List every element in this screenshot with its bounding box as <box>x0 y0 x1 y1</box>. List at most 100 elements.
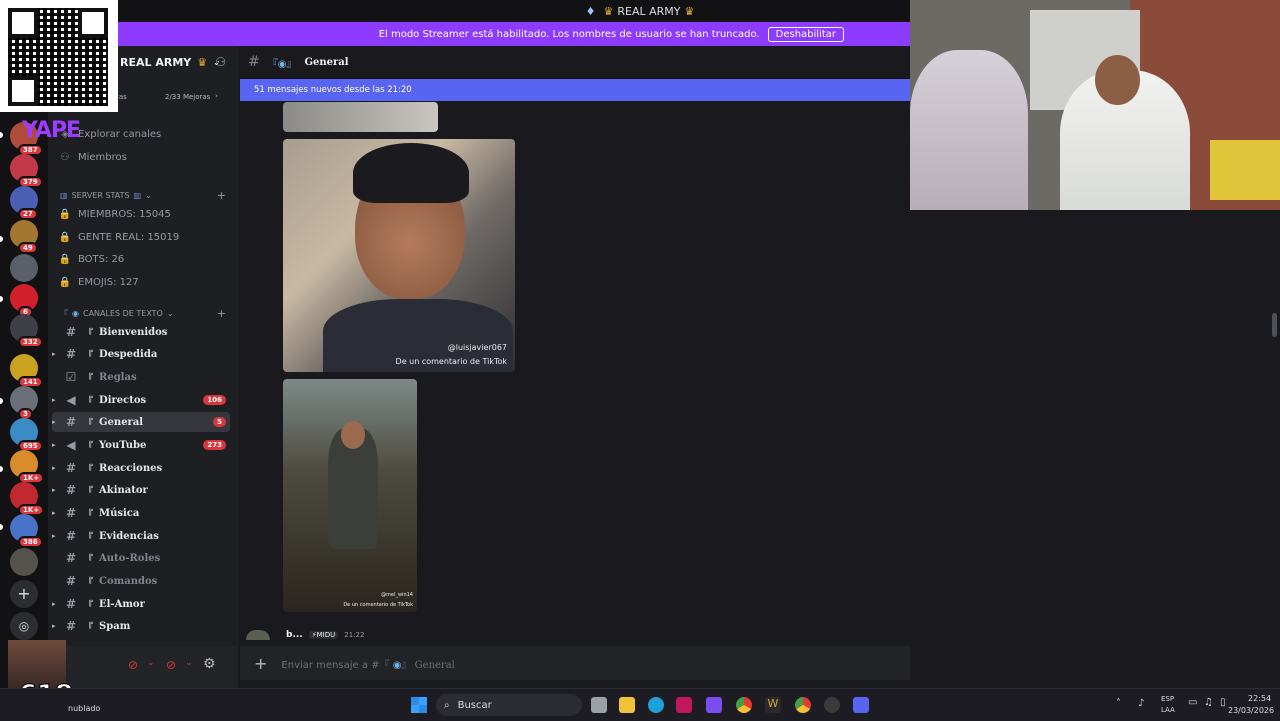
tiktok-video[interactable]: @luisjavier067 De un comentario de TikTo… <box>283 139 515 372</box>
attach-plus-icon[interactable]: + <box>254 654 267 673</box>
hash-icon: # <box>65 619 77 633</box>
server-icon[interactable]: 332 <box>10 314 43 348</box>
hash-icon: # <box>65 483 77 497</box>
server-icon[interactable]: 141 <box>10 354 43 388</box>
hash-icon: # <box>248 54 260 70</box>
file-explorer-icon[interactable] <box>619 697 635 713</box>
channel-reacciones[interactable]: ▸ # 『Reacciones <box>52 458 230 478</box>
lang-primary[interactable]: ESP <box>1161 695 1174 703</box>
clock-time[interactable]: 22:54 <box>1248 694 1271 703</box>
lang-secondary[interactable]: LAA <box>1161 706 1175 714</box>
channel-spam[interactable]: ▸ # 『Spam <box>52 616 230 636</box>
weather-text: nublado <box>68 704 101 713</box>
globe-icon: 『◉』 <box>267 58 297 70</box>
unread-pill <box>0 236 3 242</box>
channel-auto-roles[interactable]: # 『Auto-Roles <box>52 548 230 568</box>
server-icon[interactable]: 3 <box>10 386 38 420</box>
chevron-up-icon[interactable]: ˄ <box>1116 698 1121 709</box>
channel-comandos[interactable]: # 『Comandos <box>52 571 230 591</box>
channel-youtube[interactable]: ▸ ◀ 『YouTube 273 <box>52 435 230 455</box>
server-icon[interactable]: 386 <box>10 514 43 548</box>
app-icon[interactable] <box>706 697 722 713</box>
message-composer[interactable]: + Enviar mensaje a #『 ◉』 General <box>240 646 910 680</box>
disable-streamer-button[interactable]: Deshabilitar <box>767 26 844 42</box>
chevron-down-icon: ⌄ <box>145 191 152 200</box>
add-server-icon[interactable]: + <box>10 580 38 608</box>
server-icon[interactable]: 695 <box>10 418 43 452</box>
unread-badge: 5 <box>213 417 226 427</box>
app-icon[interactable]: W <box>765 697 781 713</box>
server-icon[interactable]: 49 <box>10 220 38 254</box>
avatar[interactable] <box>246 630 270 640</box>
channel-el-amor[interactable]: ▸ # 『El-Amor <box>52 594 230 614</box>
channel-directos[interactable]: ▸ ◀ 『Directos 106 <box>52 390 230 410</box>
server-icon[interactable]: 379 <box>10 154 43 188</box>
task-view-icon[interactable] <box>591 697 607 713</box>
window-title: REAL ARMY <box>617 4 681 18</box>
unread-badge: 106 <box>203 395 226 405</box>
role-tag: ⚡MIDU <box>308 631 339 639</box>
channel-bienvenidos[interactable]: # 『Bienvenidos <box>52 322 230 342</box>
stat-channel[interactable]: 🔒 EMOJIS: 127 <box>58 272 228 292</box>
stat-channel[interactable]: 🔒 GENTE REAL: 15019 <box>58 227 228 247</box>
server-icon[interactable] <box>10 254 38 282</box>
add-channel-icon[interactable]: + <box>217 307 226 320</box>
app-icon[interactable] <box>676 697 692 713</box>
category-text-channels[interactable]: 『 ◉ CANALES DE TEXTO ⌄ + <box>60 307 230 320</box>
explore-channels[interactable]: ◈ Explorar canales <box>58 124 228 144</box>
taskbar: nublado ⌕ Buscar W ˄ ♪ ESP LAA ▭ ♫ ▯ 22:… <box>0 688 1280 721</box>
globe-icon: ◉ <box>72 309 79 318</box>
megaphone-icon: ◀ <box>66 438 76 452</box>
discord-icon[interactable] <box>853 697 869 713</box>
battery-icon[interactable]: ▯ <box>1220 697 1226 708</box>
new-messages-bar[interactable]: 51 mensajes nuevos desde las 21:20 <box>240 79 910 101</box>
category-server-stats[interactable]: ▥ SERVER STATS ▥ ⌄ + <box>60 189 230 202</box>
mic-muted-icon[interactable]: ⊘ <box>128 658 138 672</box>
invite-people-icon[interactable]: ⚇ <box>215 55 226 69</box>
gear-icon[interactable]: ⚙ <box>203 656 216 672</box>
channel-evidencias[interactable]: ▸ # 『Evidencias <box>52 526 230 546</box>
rules-icon: ☑ <box>65 370 77 384</box>
add-channel-icon[interactable]: + <box>217 189 226 202</box>
channel-despedida[interactable]: ▸ # 『Despedida <box>52 344 230 364</box>
unread-pill <box>0 398 3 404</box>
video-thumbnail[interactable] <box>283 102 438 132</box>
server-icon[interactable]: 27 <box>10 186 38 220</box>
channel-general[interactable]: ▸ # 『General 5 <box>52 412 230 432</box>
channel-akinator[interactable]: ▸ # 『Akinator <box>52 480 230 500</box>
chevron-down-icon[interactable]: ⌄ <box>147 658 155 668</box>
channel-reglas[interactable]: ☑ 『Reglas <box>52 367 230 387</box>
chart-icon: ▥ <box>133 191 142 200</box>
members-link[interactable]: ⚇ Miembros <box>58 147 228 167</box>
search-box[interactable]: ⌕ Buscar <box>436 694 582 716</box>
scrollbar-thumb[interactable] <box>1272 313 1277 337</box>
server-icon[interactable]: 1K+ <box>10 450 45 484</box>
lock-icon: 🔒 <box>58 231 72 243</box>
server-icon[interactable] <box>10 548 38 576</box>
headphones-muted-icon[interactable]: ⊘ <box>166 658 176 672</box>
display-icon[interactable]: ▭ <box>1188 697 1197 708</box>
chevron-down-icon[interactable]: ⌄ <box>185 658 193 668</box>
server-icon[interactable]: 6 <box>10 284 38 318</box>
server-icon[interactable]: 1K+ <box>10 482 45 516</box>
hash-icon: # <box>65 415 77 429</box>
windows-start-icon[interactable] <box>411 697 427 713</box>
obs-icon[interactable] <box>824 697 840 713</box>
channel-title: General <box>304 56 349 68</box>
edge-icon[interactable] <box>648 697 664 713</box>
explore-servers-icon[interactable]: ◎ <box>10 612 38 640</box>
stat-channel[interactable]: 🔒 BOTS: 26 <box>58 249 228 269</box>
chrome-icon[interactable] <box>795 697 811 713</box>
volume-icon[interactable]: ♫ <box>1204 697 1213 708</box>
clock-date[interactable]: 23/03/2026 <box>1228 706 1274 715</box>
chrome-icon[interactable] <box>736 697 752 713</box>
person-left <box>910 50 1028 210</box>
person-hair <box>353 143 469 203</box>
message-author[interactable]: b... <box>286 630 303 640</box>
microphone-icon[interactable]: ♪ <box>1138 698 1144 709</box>
tiktok-username: @mel_win14 <box>381 592 413 598</box>
channel-musica[interactable]: ▸ # 『Música <box>52 503 230 523</box>
stat-channel[interactable]: 🔒 MIEMBROS: 15045 <box>58 204 228 224</box>
webcam-overlay <box>910 0 1280 210</box>
tiktok-video[interactable]: @mel_win14 De un comentario de TikTok <box>283 379 417 612</box>
